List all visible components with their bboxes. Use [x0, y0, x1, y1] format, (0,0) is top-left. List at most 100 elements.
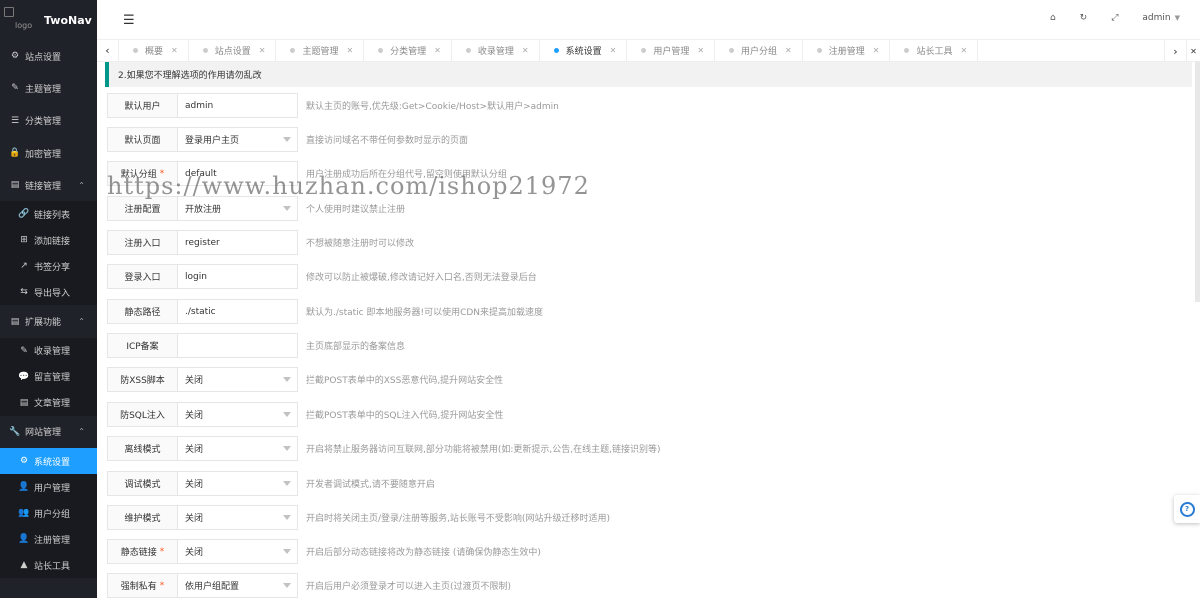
setting-label-text: 注册配置 — [124, 205, 161, 215]
tab-5[interactable]: 系统设置 ✕ — [540, 39, 628, 62]
close-icon[interactable]: ✕ — [697, 46, 704, 55]
submenu: ⚙ 系统设置 👤 用户管理 👥 用户分组 👤 注册管理 ▲ 站长工具 — [0, 448, 97, 579]
setting-select[interactable]: 开放注册 — [177, 196, 298, 221]
sidebar-item-1[interactable]: ✎ 主题管理 — [0, 72, 97, 104]
sidebar-item-0[interactable]: ⚙ 站点设置 — [0, 40, 97, 72]
setting-tip: 默认为./static 即本地服务器!可以使用CDN来提高加载速度 — [306, 308, 544, 318]
sidebar-item-label: 网站管理 — [25, 428, 62, 439]
setting-label: 静态路径 — [107, 299, 177, 324]
sidebar-item-2[interactable]: ☰ 分类管理 — [0, 105, 97, 137]
setting-select[interactable]: 登录用户主页 — [177, 127, 298, 152]
tab-scroll-left-icon[interactable]: ‹ — [97, 39, 119, 62]
tab-8[interactable]: 注册管理 ✕ — [803, 39, 891, 62]
sidebar-item-3[interactable]: 🔒 加密管理 — [0, 137, 97, 169]
link-icon: 🔗 — [18, 209, 30, 220]
setting-row: ICP备案 主页底部显示的备案信息 — [107, 333, 405, 358]
setting-input[interactable]: register — [177, 230, 298, 255]
home-icon[interactable]: ⌂ — [1050, 13, 1056, 23]
setting-select[interactable]: 关闭 — [177, 402, 298, 427]
tab-2[interactable]: 主题管理 ✕ — [276, 39, 365, 62]
setting-label: 默认分组 * — [107, 161, 177, 186]
setting-input[interactable]: ./static — [177, 299, 298, 324]
tab-dot-icon — [202, 48, 208, 53]
close-icon[interactable]: ✕ — [873, 46, 880, 55]
close-icon[interactable]: ✕ — [522, 46, 529, 55]
sidebar-subitem-4-3[interactable]: ⇆ 导出导入 — [0, 279, 97, 305]
sidebar-subitem-5-2[interactable]: ▤ 文章管理 — [0, 390, 97, 416]
setting-value: 关闭 — [185, 376, 204, 386]
user-plus-icon: 👤 — [18, 534, 30, 545]
setting-select[interactable]: 关闭 — [177, 471, 298, 496]
setting-label: 防SQL注入 — [107, 402, 177, 427]
sidebar-item-label: 扩展功能 — [25, 318, 62, 329]
close-icon[interactable]: ✕ — [785, 46, 792, 55]
setting-select[interactable]: 关闭 — [177, 505, 298, 530]
tab-close-all-icon[interactable]: ✕ — [1186, 40, 1200, 62]
setting-label: 注册配置 — [107, 196, 177, 221]
setting-input[interactable]: admin — [177, 93, 298, 118]
scrollbar[interactable] — [1195, 62, 1200, 302]
close-icon[interactable]: ✕ — [259, 46, 266, 55]
setting-select[interactable]: 关闭 — [177, 539, 298, 564]
setting-tip: 开发者调试模式,请不要随意开启 — [306, 480, 435, 490]
setting-select[interactable]: 依用户组配置 — [177, 573, 298, 598]
sidebar-subitem-6-4[interactable]: ▲ 站长工具 — [0, 552, 97, 578]
tab-label: 系统设置 — [565, 47, 602, 57]
sidebar-subitem-label: 文章管理 — [34, 399, 71, 410]
setting-label-text: 登录入口 — [124, 273, 161, 283]
tab-label: 注册管理 — [828, 47, 865, 57]
sidebar-subitem-5-0[interactable]: ✎ 收录管理 — [0, 338, 97, 364]
setting-label: 维护模式 — [107, 505, 177, 530]
sidebar-subitem-6-1[interactable]: 👤 用户管理 — [0, 474, 97, 500]
tab-label: 站点设置 — [214, 47, 251, 57]
close-icon[interactable]: ✕ — [610, 46, 617, 55]
sidebar-subitem-label: 用户分组 — [34, 509, 71, 520]
sidebar-subitem-4-2[interactable]: ↗ 书签分享 — [0, 253, 97, 279]
sidebar-item-4[interactable]: ▤ 链接管理 ⌃ — [0, 169, 97, 201]
setting-value: ./static — [185, 306, 216, 317]
tab-dot-icon — [378, 48, 384, 53]
setting-label: 注册入口 — [107, 230, 177, 255]
tab-0[interactable]: 概要 ✕ — [119, 39, 189, 62]
floating-help-button[interactable]: ? — [1174, 495, 1200, 523]
tab-dot-icon — [133, 48, 138, 53]
close-icon[interactable]: ✕ — [960, 46, 967, 55]
setting-select[interactable]: 关闭 — [177, 436, 298, 461]
tab-1[interactable]: 站点设置 ✕ — [189, 39, 277, 62]
sidebar-subitem-6-0[interactable]: ⚙ 系统设置 — [0, 448, 97, 475]
collapse-menu-icon[interactable]: ☰ — [123, 13, 135, 28]
sidebar-subitem-label: 添加链接 — [34, 236, 71, 247]
setting-tip: 开启后用户必须登录才可以进入主页(过渡页不限制) — [306, 582, 512, 592]
sidebar-item-6[interactable]: 🔧 网站管理 ⌃ — [0, 416, 97, 448]
logo-area[interactable]: logo TwoNav — [0, 0, 97, 40]
tab-label: 主题管理 — [302, 47, 339, 57]
sidebar-item-5[interactable]: ▤ 扩展功能 ⌃ — [0, 305, 97, 337]
refresh-icon[interactable]: ↻ — [1080, 13, 1088, 23]
setting-input[interactable]: login — [177, 264, 298, 289]
sidebar-subitem-4-1[interactable]: ⊞ 添加链接 — [0, 227, 97, 253]
folder-icon: ▤ — [10, 316, 20, 327]
fullscreen-icon[interactable]: ⤢ — [1111, 13, 1118, 23]
tab-6[interactable]: 用户管理 ✕ — [627, 39, 716, 62]
setting-input[interactable]: default — [177, 161, 298, 186]
sidebar-subitem-6-2[interactable]: 👥 用户分组 — [0, 500, 97, 526]
tab-scroll-right-icon[interactable]: › — [1164, 40, 1186, 62]
setting-value: login — [185, 271, 207, 282]
setting-select[interactable]: 关闭 — [177, 367, 298, 392]
setting-input[interactable] — [177, 333, 298, 358]
close-icon[interactable]: ✕ — [434, 46, 441, 55]
close-icon[interactable]: ✕ — [171, 46, 178, 55]
sidebar-subitem-6-3[interactable]: 👤 注册管理 — [0, 526, 97, 552]
setting-label-text: 默认分组 — [120, 170, 157, 180]
user-name: admin — [1142, 13, 1171, 23]
tab-7[interactable]: 用户分组 ✕ — [715, 39, 803, 62]
tab-9[interactable]: 站长工具 ✕ — [890, 39, 979, 62]
close-icon[interactable]: ✕ — [346, 46, 353, 55]
tab-4[interactable]: 收录管理 ✕ — [452, 39, 540, 62]
setting-tip: 不想被随意注册时可以修改 — [306, 239, 415, 249]
sidebar-subitem-4-0[interactable]: 🔗 链接列表 — [0, 201, 97, 227]
sidebar-subitem-5-1[interactable]: 💬 留言管理 — [0, 364, 97, 390]
user-menu[interactable]: admin ▼ — [1142, 13, 1180, 23]
setting-tip: 直接访问域名不带任何参数时显示的页面 — [306, 136, 469, 146]
tab-3[interactable]: 分类管理 ✕ — [364, 39, 452, 62]
